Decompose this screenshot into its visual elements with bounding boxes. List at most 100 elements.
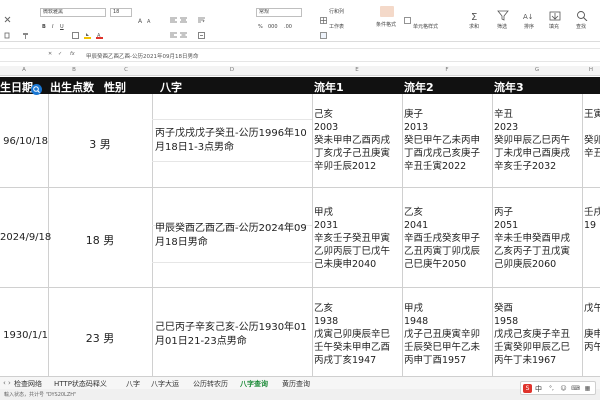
cell-bazi[interactable]: 己巳丙子辛亥己亥-公历1930年01月01日21-23点男命 <box>155 321 307 349</box>
format-painter-icon[interactable] <box>22 24 29 39</box>
worksheet-button[interactable]: 工作表 <box>329 24 344 31</box>
find-button[interactable]: 查找 <box>576 24 586 31</box>
row-col-button[interactable]: 行和列 <box>329 9 344 16</box>
italic-icon[interactable]: I <box>52 24 53 31</box>
header-bazi[interactable]: 八字 <box>160 79 182 95</box>
header-liunian-3[interactable]: 流年3 <box>494 79 524 95</box>
row-col-icon[interactable] <box>320 9 327 24</box>
column-letter[interactable]: B <box>48 67 100 73</box>
ime-mode-label[interactable]: 中 <box>535 384 542 394</box>
cell-style-button[interactable]: 单元格样式 <box>413 24 438 31</box>
worksheet-icon[interactable] <box>320 24 327 39</box>
conditional-format-button[interactable]: 条件格式 <box>376 22 396 29</box>
border-icon[interactable] <box>72 24 79 39</box>
cell-style-icon[interactable] <box>404 9 411 24</box>
sum-icon[interactable]: Σ <box>468 6 482 23</box>
sort-icon[interactable]: A↓ <box>522 6 536 21</box>
conditional-format-icon[interactable] <box>380 6 394 17</box>
formula-content[interactable]: 甲辰癸酉乙酉乙酉-公历2021年09月18日男命 <box>86 52 198 60</box>
wrap-text-icon[interactable] <box>198 9 205 23</box>
underline-icon[interactable]: U <box>60 24 64 31</box>
column-letter[interactable]: G <box>492 67 582 73</box>
cell-hour-gender[interactable]: 18 男 <box>48 232 152 248</box>
sheet-grid[interactable]: 96/10/18 3 男 丙子戊戌戊子癸丑-公历1996年10月18日1-3点男… <box>0 94 600 376</box>
formula-bar[interactable]: ✕ ✓ fx 甲辰癸酉乙酉乙酉-公历2021年09月18日男命 <box>0 48 600 62</box>
fill-color-icon[interactable] <box>84 24 91 39</box>
search-icon[interactable] <box>31 80 42 95</box>
percent-icon[interactable]: % <box>258 24 263 31</box>
grow-font-icon[interactable]: A <box>138 9 145 25</box>
cell-liunian-4-partial[interactable]: 戊午 庚申 丙午 <box>584 302 600 354</box>
cell-hour-gender[interactable]: 3 男 <box>48 136 152 152</box>
align-center-icon[interactable] <box>180 24 187 38</box>
fill-icon[interactable] <box>548 6 562 21</box>
cut-icon[interactable] <box>4 8 11 23</box>
thousands-icon[interactable]: 000 <box>268 24 278 31</box>
font-size-dropdown[interactable]: 18 <box>110 8 132 17</box>
cell-liunian-3[interactable]: 辛丑 2023 癸卯甲辰乙巳丙午 丁未戊申己酉庚戌 辛亥壬子2032 <box>494 108 584 173</box>
align-left-icon[interactable] <box>170 24 177 38</box>
cell-bazi[interactable]: 甲辰癸酉乙酉乙酉-公历2024年09月18日男命 <box>155 222 307 250</box>
cell-liunian-2[interactable]: 乙亥 2041 辛酉壬戌癸亥甲子 乙丑丙寅丁卯戊辰 己巳庚午2050 <box>404 206 494 271</box>
copy-icon[interactable] <box>4 24 11 39</box>
column-letter[interactable]: E <box>312 67 402 73</box>
align-middle-icon[interactable] <box>180 9 187 23</box>
keyboard-icon[interactable]: ⌨ <box>571 384 580 393</box>
number-format-dropdown[interactable]: 常规 <box>256 8 302 17</box>
shrink-font-icon[interactable]: A <box>147 9 154 25</box>
ime-logo-icon[interactable]: S <box>523 384 532 393</box>
cell-liunian-4-partial[interactable]: 壬戌 19 <box>584 206 600 232</box>
cell-birth-date[interactable]: 1930/1/1 <box>0 330 48 341</box>
cell-liunian-3[interactable]: 癸酉 1958 戊戌己亥庚子辛丑 壬寅癸卯甲辰乙巳 丙午丁未1967 <box>494 302 584 367</box>
cell-liunian-1[interactable]: 乙亥 1938 戊寅己卯庚辰辛巳 壬午癸未甲申乙酉 丙戌丁亥1947 <box>314 302 404 367</box>
cell-bazi[interactable]: 丙子戊戌戊子癸丑-公历1996年10月18日1-3点男命 <box>155 127 307 155</box>
tab-almanac-query[interactable]: 黄历查询 <box>282 379 310 389</box>
svg-text:Σ: Σ <box>471 12 477 21</box>
skin-icon[interactable]: ▦ <box>583 384 592 393</box>
filter-icon[interactable] <box>496 6 510 21</box>
cell-liunian-3[interactable]: 丙子 2051 辛未壬申癸酉甲戌 乙亥丙子丁丑戊寅 己卯庚辰2060 <box>494 206 584 271</box>
cell-hour-gender[interactable]: 23 男 <box>48 330 152 346</box>
sheet-tab-bar: ‹ › 检查网络 HTTP状态码释义 八字 八字大运 公历转农历 八字查询 黄历… <box>0 376 600 390</box>
bold-icon[interactable]: B <box>42 24 46 31</box>
formula-confirm-icon[interactable]: ✓ <box>58 51 62 57</box>
header-birth-hour[interactable]: 出生点数 <box>50 79 94 95</box>
font-color-icon[interactable]: A <box>96 24 103 39</box>
ime-toolbar[interactable]: S 中 °, ☺ ⌨ ▦ <box>520 381 596 395</box>
find-icon[interactable] <box>575 6 589 22</box>
header-liunian-1[interactable]: 流年1 <box>314 79 344 95</box>
fill-button[interactable]: 填充 <box>549 24 559 31</box>
merge-cells-icon[interactable] <box>198 24 205 39</box>
tab-check-network[interactable]: 检查网络 <box>14 379 42 389</box>
punctuation-icon[interactable]: °, <box>547 384 556 393</box>
cell-liunian-4-partial[interactable]: 王寅 癸卯 辛丑 <box>584 108 600 160</box>
tab-nav-icon[interactable]: ‹ › <box>3 379 11 387</box>
header-gender[interactable]: 性别 <box>104 79 126 95</box>
column-letter[interactable]: C <box>100 67 152 73</box>
font-name-dropdown[interactable]: 微软雅黑 <box>40 8 106 17</box>
column-letter[interactable]: D <box>152 67 312 73</box>
fx-label[interactable]: fx <box>70 51 75 57</box>
cell-birth-date[interactable]: 2024/9/18 <box>0 232 51 243</box>
cell-liunian-1[interactable]: 甲戌 2031 辛亥壬子癸丑甲寅 乙卯丙辰丁巳戊午 己未庚申2040 <box>314 206 404 271</box>
emoji-icon[interactable]: ☺ <box>559 384 568 393</box>
tab-http-status[interactable]: HTTP状态码释义 <box>54 379 107 389</box>
sum-button[interactable]: 求和 <box>469 24 479 31</box>
tab-bazi-dayun[interactable]: 八字大运 <box>151 379 179 389</box>
formula-cancel-icon[interactable]: ✕ <box>48 51 52 57</box>
header-date[interactable]: 生日期 <box>0 79 33 95</box>
tab-bazi[interactable]: 八字 <box>126 379 140 389</box>
decimal-icon[interactable]: .00 <box>284 24 292 31</box>
cell-birth-date[interactable]: 96/10/18 <box>0 136 48 147</box>
cell-liunian-2[interactable]: 甲戌 1948 戊子己丑庚寅辛卯 壬辰癸巳甲午乙未 丙申丁酉1957 <box>404 302 494 367</box>
sort-button[interactable]: 排序 <box>524 24 534 31</box>
tab-gregorian-to-lunar[interactable]: 公历转农历 <box>193 379 228 389</box>
filter-button[interactable]: 筛选 <box>497 24 507 31</box>
column-letter[interactable]: H <box>582 67 600 73</box>
cell-liunian-2[interactable]: 庚子 2013 癸巳甲午乙未丙申 丁酉戊戌己亥庚子 辛丑壬寅2022 <box>404 108 494 173</box>
column-letter[interactable]: F <box>402 67 492 73</box>
header-liunian-2[interactable]: 流年2 <box>404 79 434 95</box>
align-top-icon[interactable] <box>170 9 177 23</box>
column-letter[interactable]: A <box>0 67 48 73</box>
cell-liunian-1[interactable]: 己亥 2003 癸未甲申乙酉丙戌 丁亥戊子己丑庚寅 辛卯壬辰2012 <box>314 108 404 173</box>
